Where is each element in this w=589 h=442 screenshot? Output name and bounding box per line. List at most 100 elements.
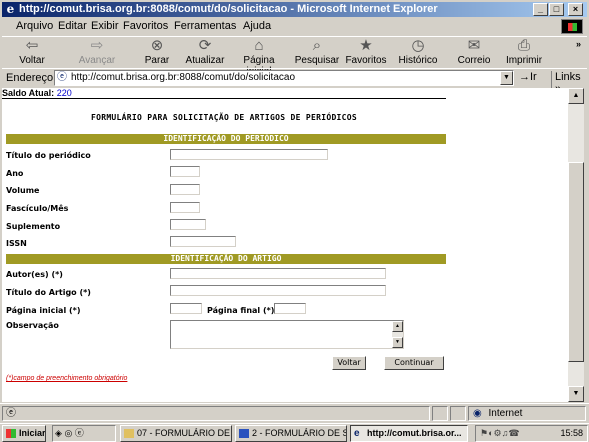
menu-favoritos[interactable]: Favoritos (123, 20, 168, 32)
saldo-value: 220 (56, 88, 72, 98)
taskbar-item-word1[interactable]: 07 - FORMULÁRIO DE S... (120, 425, 232, 442)
page-scrollbar[interactable]: ▲ ▼ (568, 88, 584, 402)
forward-arrow-icon: ⇨ (90, 37, 104, 54)
autores-input[interactable] (170, 268, 386, 279)
quick-launch: ◈ ◎ ⓔ (52, 425, 116, 442)
address-input[interactable]: ⓔ http://comut.brisa.org.br:8088/comut/d… (54, 70, 514, 86)
page-content: Saldo Atual: 220 FORMULÁRIO PARA SOLICIT… (2, 88, 568, 402)
tray-icons[interactable]: ⚑◐⚙♫☎ (476, 428, 520, 438)
home-icon: ⌂ (254, 37, 264, 54)
address-dropdown-button[interactable]: ▼ (500, 71, 513, 85)
print-button[interactable]: ⎙ Imprimir (504, 37, 544, 67)
go-arrow-icon: → (519, 71, 530, 83)
issn-input[interactable] (170, 236, 236, 247)
search-button[interactable]: ⌕ Pesquisar (294, 37, 340, 67)
title-bar: e http://comut.brisa.org.br:8088/comut/d… (2, 2, 587, 17)
quick-launch-icon[interactable]: ⓔ (75, 428, 84, 438)
stop-button[interactable]: ⊗ Parar (138, 37, 176, 67)
address-url: http://comut.brisa.org.br:8088/comut/do/… (71, 72, 296, 83)
back-button[interactable]: ⇦ Voltar (12, 37, 52, 67)
taskbar: Iniciar ◈ ◎ ⓔ 07 - FORMULÁRIO DE S... 2 … (0, 423, 589, 442)
scroll-up-icon[interactable]: ▲ (568, 88, 584, 104)
address-label: Endereço (6, 72, 54, 84)
fasciculo-input[interactable] (170, 202, 200, 213)
voltar-button[interactable]: Voltar (332, 356, 366, 370)
go-button[interactable]: →Ir (519, 71, 537, 83)
mail-button[interactable]: ✉ Correio (454, 37, 494, 67)
label-titulo-artigo: Título do Artigo (*) (6, 288, 91, 297)
label-ano: Ano (6, 169, 24, 178)
status-text: ⓔ (2, 406, 430, 421)
ano-input[interactable] (170, 166, 200, 177)
mail-icon: ✉ (467, 37, 481, 54)
label-pagina-final: Página final (*) (207, 306, 275, 315)
label-fasciculo: Fascículo/Mês (6, 204, 69, 213)
pagina-final-input[interactable] (274, 303, 306, 314)
menu-ferramentas[interactable]: Ferramentas (174, 20, 236, 32)
quick-launch-icon[interactable]: ◈ (55, 428, 62, 438)
clock: 15:58 (560, 428, 583, 438)
label-autores: Autor(es) (*) (6, 270, 63, 279)
observacao-textarea[interactable]: ▲ ▼ (170, 320, 404, 349)
address-bar: Endereço ⓔ http://comut.brisa.org.br:808… (2, 68, 587, 95)
forward-button[interactable]: ⇨ Avançar (77, 37, 117, 67)
minimize-button[interactable]: _ (533, 3, 548, 16)
toolbar: ⇦ Voltar ⇨ Avançar ⊗ Parar ⟳ Atualizar ⌂… (2, 36, 587, 77)
label-issn: ISSN (6, 239, 27, 248)
refresh-icon: ⟳ (198, 37, 212, 54)
page-icon: ⓔ (57, 72, 67, 83)
textarea-scroll-down-icon[interactable]: ▼ (392, 337, 403, 348)
favorites-button[interactable]: ★ Favoritos (343, 37, 389, 67)
zone-indicator: ◉ Internet (468, 406, 586, 421)
saldo-atual: Saldo Atual: 220 (2, 88, 72, 98)
suplemento-input[interactable] (170, 219, 206, 230)
page-status-icon: ⓔ (6, 408, 16, 419)
window-title: http://comut.brisa.org.br:8088/comut/do/… (19, 3, 438, 15)
required-note-link[interactable]: (*)campo de preenchimento obrigatório (6, 375, 127, 382)
close-button[interactable]: × (568, 3, 583, 16)
scroll-down-icon[interactable]: ▼ (568, 386, 584, 402)
toolbar-overflow-chevron[interactable]: » (576, 39, 581, 49)
taskbar-item-browser[interactable]: e http://comut.brisa.or... (350, 425, 468, 442)
history-button[interactable]: ◷ Histórico (395, 37, 441, 67)
titulo-artigo-input[interactable] (170, 285, 386, 296)
maximize-button[interactable]: □ (549, 3, 564, 16)
refresh-button[interactable]: ⟳ Atualizar (182, 37, 228, 67)
menu-bar: Arquivo Editar Exibir Favoritos Ferramen… (2, 18, 587, 35)
history-icon: ◷ (411, 37, 425, 54)
volume-input[interactable] (170, 184, 200, 195)
back-arrow-icon: ⇦ (25, 37, 39, 54)
label-volume: Volume (6, 186, 40, 195)
label-observacao: Observação (6, 321, 59, 330)
ie-icon: e (354, 428, 360, 439)
textarea-scrollbar[interactable]: ▲ ▼ (392, 321, 403, 348)
windows-logo-icon (6, 429, 16, 438)
ie-logo-icon: e (6, 2, 15, 16)
taskbar-item-word2[interactable]: 2 - FORMULÁRIO DE SO... (235, 425, 347, 442)
folder-icon (124, 429, 134, 438)
menu-exibir[interactable]: Exibir (91, 20, 119, 32)
printer-icon: ⎙ (517, 37, 530, 54)
quick-launch-icon[interactable]: ◎ (64, 428, 72, 438)
titulo-periodico-input[interactable] (170, 149, 328, 160)
label-pagina-inicial: Página inicial (*) (6, 306, 81, 315)
section-artigo-header: IDENTIFICAÇÃO DO ARTIGO (6, 254, 446, 264)
form-title: FORMULÁRIO PARA SOLICITAÇÃO DE ARTIGOS D… (90, 113, 358, 122)
menu-editar[interactable]: Editar (58, 20, 87, 32)
textarea-scroll-up-icon[interactable]: ▲ (392, 321, 403, 332)
scroll-thumb[interactable] (568, 162, 584, 362)
word-icon (239, 429, 249, 438)
search-icon: ⌕ (312, 37, 322, 54)
status-cell-empty (450, 406, 466, 421)
pagina-inicial-input[interactable] (170, 303, 202, 314)
menu-ajuda[interactable]: Ajuda (243, 20, 271, 32)
system-tray: ⚑◐⚙♫☎ 15:58 (475, 425, 588, 442)
home-button[interactable]: ⌂ Página inicial (230, 37, 288, 77)
continuar-button[interactable]: Continuar (384, 356, 444, 370)
menu-arquivo[interactable]: Arquivo (16, 20, 53, 32)
windows-flag-icon (561, 19, 583, 34)
start-button[interactable]: Iniciar (2, 425, 46, 442)
status-cell-empty (432, 406, 448, 421)
stop-icon: ⊗ (150, 37, 164, 54)
label-titulo-periodico: Título do periódico (6, 151, 91, 160)
